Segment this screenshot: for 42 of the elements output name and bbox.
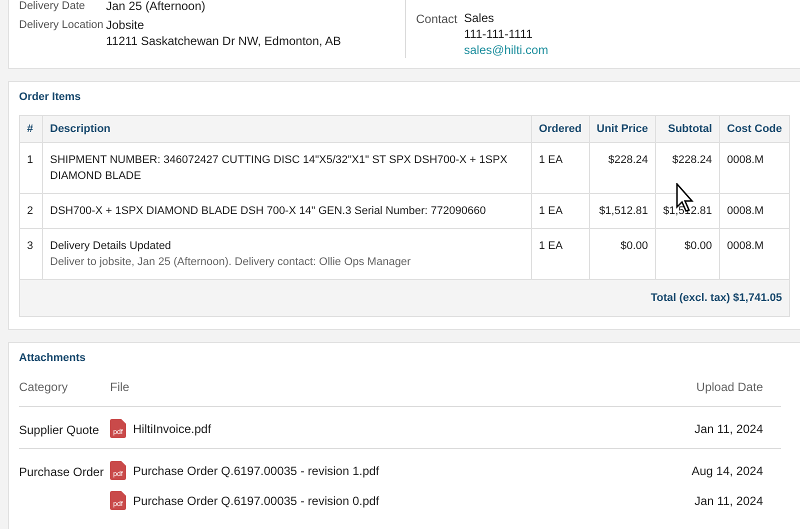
file-link[interactable]: Purchase Order Q.6197.00035 - revision 1.pdf	[133, 464, 380, 478]
item-note: Deliver to jobsite, Jan 25 (Afternoon). Delivery contact: Ollie Ops Manager	[50, 255, 412, 270]
column-header: Ordered	[531, 116, 590, 142]
field-value: 11211 Saskatchewan Dr NW, Edmonton, AB	[106, 35, 342, 48]
item-description: Delivery Details Updated	[50, 239, 172, 254]
table-cell: DSH700-X + 1SPX DIAMOND BLADE DSH 700-X 14" GEN.3 Serial Number: 772090660	[42, 194, 532, 228]
field-value: Jan 25 (Afternoon)	[106, 0, 206, 13]
category-label: Supplier Quote	[19, 422, 100, 438]
table-cell: 3	[20, 228, 42, 280]
file-link[interactable]: HiltiInvoice.pdf	[133, 422, 212, 436]
category-label: Purchase Order	[19, 464, 105, 481]
contact-name: Sales	[464, 12, 496, 25]
upload-date: Aug 14, 2024	[692, 464, 764, 478]
column-header: Subtotal	[656, 116, 720, 142]
file-link[interactable]: Purchase Order Q.6197.00035 - revision 0.pdf	[133, 494, 380, 508]
column-header: Unit Price	[589, 116, 656, 142]
field-value: Jobsite	[106, 19, 146, 32]
table-cell: $228.24	[589, 142, 656, 194]
column-header: Description	[42, 116, 532, 142]
field-label: Contact	[416, 12, 458, 28]
column-header: #	[20, 116, 42, 142]
table-cell: 1 EA	[531, 142, 590, 194]
table-cell: 1 EA	[531, 194, 590, 228]
section-title: Attachments	[19, 351, 87, 366]
email-link[interactable]: sales@hilti.com	[464, 44, 548, 57]
section-title: Order Items	[19, 90, 82, 105]
upload-date: Jan 11, 2024	[694, 422, 764, 436]
total-amount: Total (excl. tax) $1,741.05	[20, 280, 790, 316]
column-header: File	[110, 380, 130, 394]
table-cell: $1,512.81	[589, 194, 656, 228]
upload-date: Jan 11, 2024	[694, 494, 764, 508]
column-header: Category	[19, 380, 69, 394]
field-label: Delivery Location	[19, 19, 104, 33]
column-header: Cost Code	[720, 116, 790, 142]
field-label: Delivery Date	[19, 0, 86, 13]
table-cell: 1	[20, 142, 42, 194]
table-cell: 2	[20, 194, 42, 228]
contact-phone: 111-111-1111	[464, 28, 534, 41]
column-header: Upload Date	[696, 380, 764, 394]
table-cell: SHIPMENT NUMBER: 346072427 CUTTING DISC 14"X5/32"X1" ST SPX DSH700-X + 1SPX DIAMOND BLADE	[42, 142, 532, 194]
table-cell: 0008.M	[720, 194, 790, 228]
table-cell: 0008.M	[720, 142, 790, 194]
